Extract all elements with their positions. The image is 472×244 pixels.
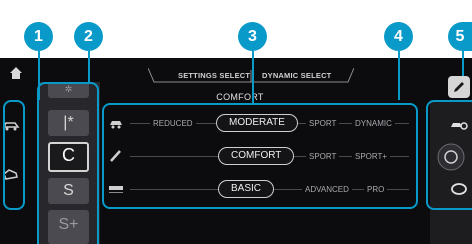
callout-frame-3	[102, 103, 418, 209]
edit-button[interactable]	[448, 76, 470, 98]
callout-leader-3	[252, 51, 254, 103]
callout-4: 4	[384, 22, 413, 51]
callout-3: 3	[238, 22, 267, 51]
callout-leader-1	[38, 51, 40, 100]
tab-settings-select[interactable]: SETTINGS SELECT	[178, 71, 250, 80]
header-tabs: SETTINGS SELECT DYNAMIC SELECT	[148, 68, 354, 84]
callout-2: 2	[74, 22, 103, 51]
callout-frame-2	[37, 82, 99, 244]
callout-5: 5	[448, 22, 472, 51]
tab-dynamic-select[interactable]: DYNAMIC SELECT	[262, 71, 331, 80]
callout-leader-5	[462, 51, 464, 76]
callout-frame-1	[3, 100, 25, 210]
callout-leader-4	[398, 51, 400, 100]
callout-leader-2	[88, 51, 90, 82]
pencil-icon	[454, 82, 464, 92]
page-title: COMFORT	[216, 92, 264, 102]
callout-1: 1	[24, 22, 53, 51]
callout-frame-4	[426, 100, 472, 210]
home-icon[interactable]	[9, 66, 23, 80]
